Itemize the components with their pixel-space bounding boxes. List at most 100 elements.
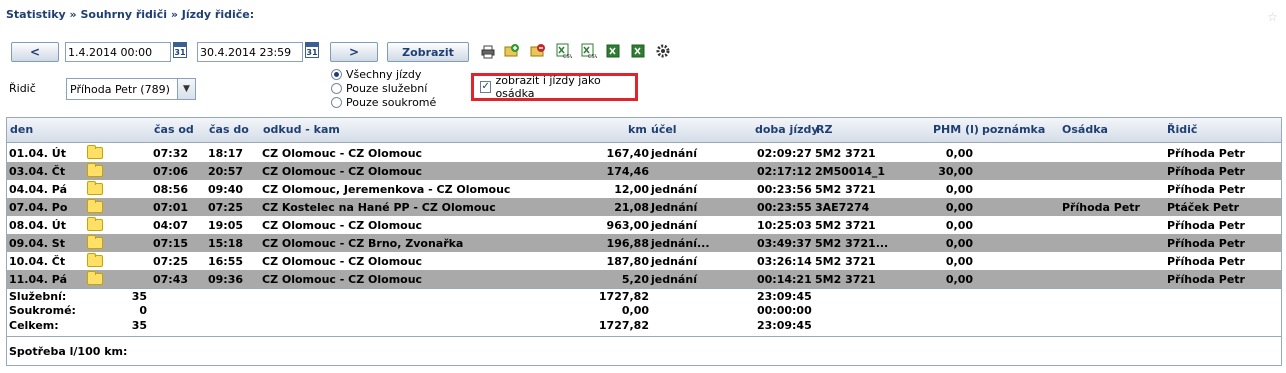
cell-day: 09.04. St xyxy=(9,237,65,250)
chevron-down-icon[interactable]: ▼ xyxy=(177,79,195,99)
radio-all-trips[interactable]: Všechny jízdy xyxy=(331,67,436,81)
col-fuel[interactable]: PHM (l) xyxy=(933,123,979,136)
folder-icon[interactable] xyxy=(87,199,103,213)
col-duration[interactable]: doba jízdy xyxy=(755,123,819,136)
cell-driver: Příhoda Petr xyxy=(1167,273,1245,286)
folder-icon[interactable] xyxy=(87,163,103,177)
cell-time-from: 07:43 xyxy=(153,273,189,286)
cell-route: CZ Olomouc - CZ Olomouc xyxy=(262,273,423,286)
folder-icon[interactable] xyxy=(87,145,103,159)
cell-fuel: 0,00 xyxy=(945,219,973,232)
export-csv-icon[interactable]: CSV xyxy=(556,43,572,59)
export-csv-icon[interactable]: CSV xyxy=(581,43,597,59)
show-button[interactable]: Zobrazit xyxy=(387,42,469,62)
summary-time: 23:09:45 xyxy=(757,319,812,332)
driver-select[interactable]: Příhoda Petr (789) ▼ xyxy=(66,78,196,100)
col-time-from[interactable]: čas od xyxy=(154,123,194,136)
cell-km: 167,40 xyxy=(606,147,649,160)
col-km[interactable]: km xyxy=(628,123,647,136)
table-header: den čas od čas do odkud - kam km účel do… xyxy=(7,118,1281,143)
col-day[interactable]: den xyxy=(10,123,33,136)
col-time-to[interactable]: čas do xyxy=(209,123,249,136)
export-excel-icon[interactable] xyxy=(631,43,647,59)
cell-plate: 3AE7274 xyxy=(815,201,870,214)
summary-separator xyxy=(7,288,1281,289)
next-period-button[interactable]: > xyxy=(330,42,378,62)
cell-day: 01.04. Út xyxy=(9,147,66,160)
cell-crew: Příhoda Petr xyxy=(1062,201,1140,214)
crew-trips-checkbox[interactable]: ✓ xyxy=(480,81,492,93)
cell-route: CZ Olomouc - CZ Brno, Zvonařka xyxy=(262,237,464,250)
add-icon[interactable] xyxy=(504,43,520,59)
export-excel-icon[interactable] xyxy=(606,43,622,59)
col-driver[interactable]: Řidič xyxy=(1167,123,1197,136)
cell-time-to: 20:57 xyxy=(208,165,244,178)
cell-plate: 5M2 3721... xyxy=(815,237,889,250)
col-note[interactable]: poznámka xyxy=(982,123,1045,136)
calendar-to-icon[interactable]: 31 xyxy=(305,42,319,58)
folder-icon[interactable] xyxy=(87,253,103,267)
date-from-input[interactable] xyxy=(65,42,171,62)
cell-fuel: 0,00 xyxy=(945,237,973,250)
table-row[interactable]: 03.04. Čt 07:06 20:57 CZ Olomouc - CZ Olomo… xyxy=(7,162,1281,180)
folder-icon[interactable] xyxy=(87,181,103,195)
table-row[interactable]: 07.04. Po 07:01 07:25 CZ Kostelec na Hané P… xyxy=(7,198,1281,216)
table-row[interactable]: 11.04. Pá 07:43 09:36 CZ Olomouc - CZ Olomo… xyxy=(7,270,1281,288)
folder-icon[interactable] xyxy=(87,217,103,231)
cell-driver: Příhoda Petr xyxy=(1167,183,1245,196)
crew-trips-highlight: ✓ zobrazit i jízdy jako osádka xyxy=(471,73,638,101)
cell-duration: 02:17:12 xyxy=(757,165,812,178)
cell-time-from: 07:06 xyxy=(153,165,189,178)
remove-icon[interactable] xyxy=(530,43,546,59)
col-crew[interactable]: Osádka xyxy=(1062,123,1108,136)
table-row[interactable]: 08.04. Út 04:07 19:05 CZ Olomouc - CZ Olomo… xyxy=(7,216,1281,234)
radio-button[interactable] xyxy=(331,96,342,108)
cell-purpose: jednání xyxy=(651,147,697,160)
calendar-from-icon[interactable]: 31 xyxy=(173,42,187,58)
cell-driver: Příhoda Petr xyxy=(1167,165,1245,178)
cell-plate: 5M2 3721 xyxy=(815,183,876,196)
cell-time-to: 07:25 xyxy=(208,201,244,214)
folder-icon[interactable] xyxy=(87,271,103,285)
cell-time-from: 07:01 xyxy=(153,201,189,214)
cell-time-to: 16:55 xyxy=(208,255,244,268)
cell-time-from: 07:25 xyxy=(153,255,189,268)
cell-duration: 00:23:56 xyxy=(757,183,812,196)
cell-km: 174,46 xyxy=(606,165,649,178)
radio-button[interactable] xyxy=(331,68,342,80)
radio-business-only[interactable]: Pouze služební xyxy=(331,81,436,95)
svg-text:CSV: CSV xyxy=(563,54,572,59)
cell-day: 11.04. Pá xyxy=(9,273,67,286)
cell-route: CZ Olomouc, Jeremenkova - CZ Olomouc xyxy=(262,183,511,196)
date-to-input[interactable] xyxy=(197,42,303,62)
consumption-separator xyxy=(7,336,1281,337)
table-row[interactable]: 10.04. Čt 07:25 16:55 CZ Olomouc - CZ Olomo… xyxy=(7,252,1281,270)
settings-icon[interactable] xyxy=(655,43,671,59)
table-row[interactable]: 09.04. St 07:15 15:18 CZ Olomouc - CZ Brno,… xyxy=(7,234,1281,252)
cell-duration: 10:25:03 xyxy=(757,219,812,232)
col-route[interactable]: odkud - kam xyxy=(263,123,340,136)
cell-plate: 5M2 3721 xyxy=(815,147,876,160)
cell-route: CZ Kostelec na Hané PP - CZ Olomouc xyxy=(262,201,496,214)
cell-fuel: 0,00 xyxy=(945,273,973,286)
radio-label: Pouze soukromé xyxy=(346,95,437,109)
cell-time-to: 09:36 xyxy=(208,273,244,286)
col-purpose[interactable]: účel xyxy=(651,123,677,136)
folder-icon[interactable] xyxy=(87,235,103,249)
driver-select-value: Příhoda Petr (789) xyxy=(70,83,170,96)
cell-time-to: 09:40 xyxy=(208,183,244,196)
col-plate[interactable]: RZ xyxy=(816,123,832,136)
table-row[interactable]: 04.04. Pá 08:56 09:40 CZ Olomouc, Jeremenko… xyxy=(7,180,1281,198)
cell-day: 08.04. Út xyxy=(9,219,66,232)
cell-fuel: 0,00 xyxy=(945,183,973,196)
table-row[interactable]: 01.04. Út 07:32 18:17 CZ Olomouc - CZ Olomo… xyxy=(7,144,1281,162)
favorite-star-icon[interactable]: ☆ xyxy=(1267,10,1278,24)
radio-button[interactable] xyxy=(331,82,342,94)
cell-plate: 5M2 3721 xyxy=(815,255,876,268)
cell-km: 5,20 xyxy=(621,273,649,286)
cell-km: 12,00 xyxy=(614,183,649,196)
print-icon[interactable] xyxy=(480,44,496,60)
radio-private-only[interactable]: Pouze soukromé xyxy=(331,95,436,109)
trips-table: den čas od čas do odkud - kam km účel do… xyxy=(6,117,1282,366)
previous-period-button[interactable]: < xyxy=(11,42,59,62)
